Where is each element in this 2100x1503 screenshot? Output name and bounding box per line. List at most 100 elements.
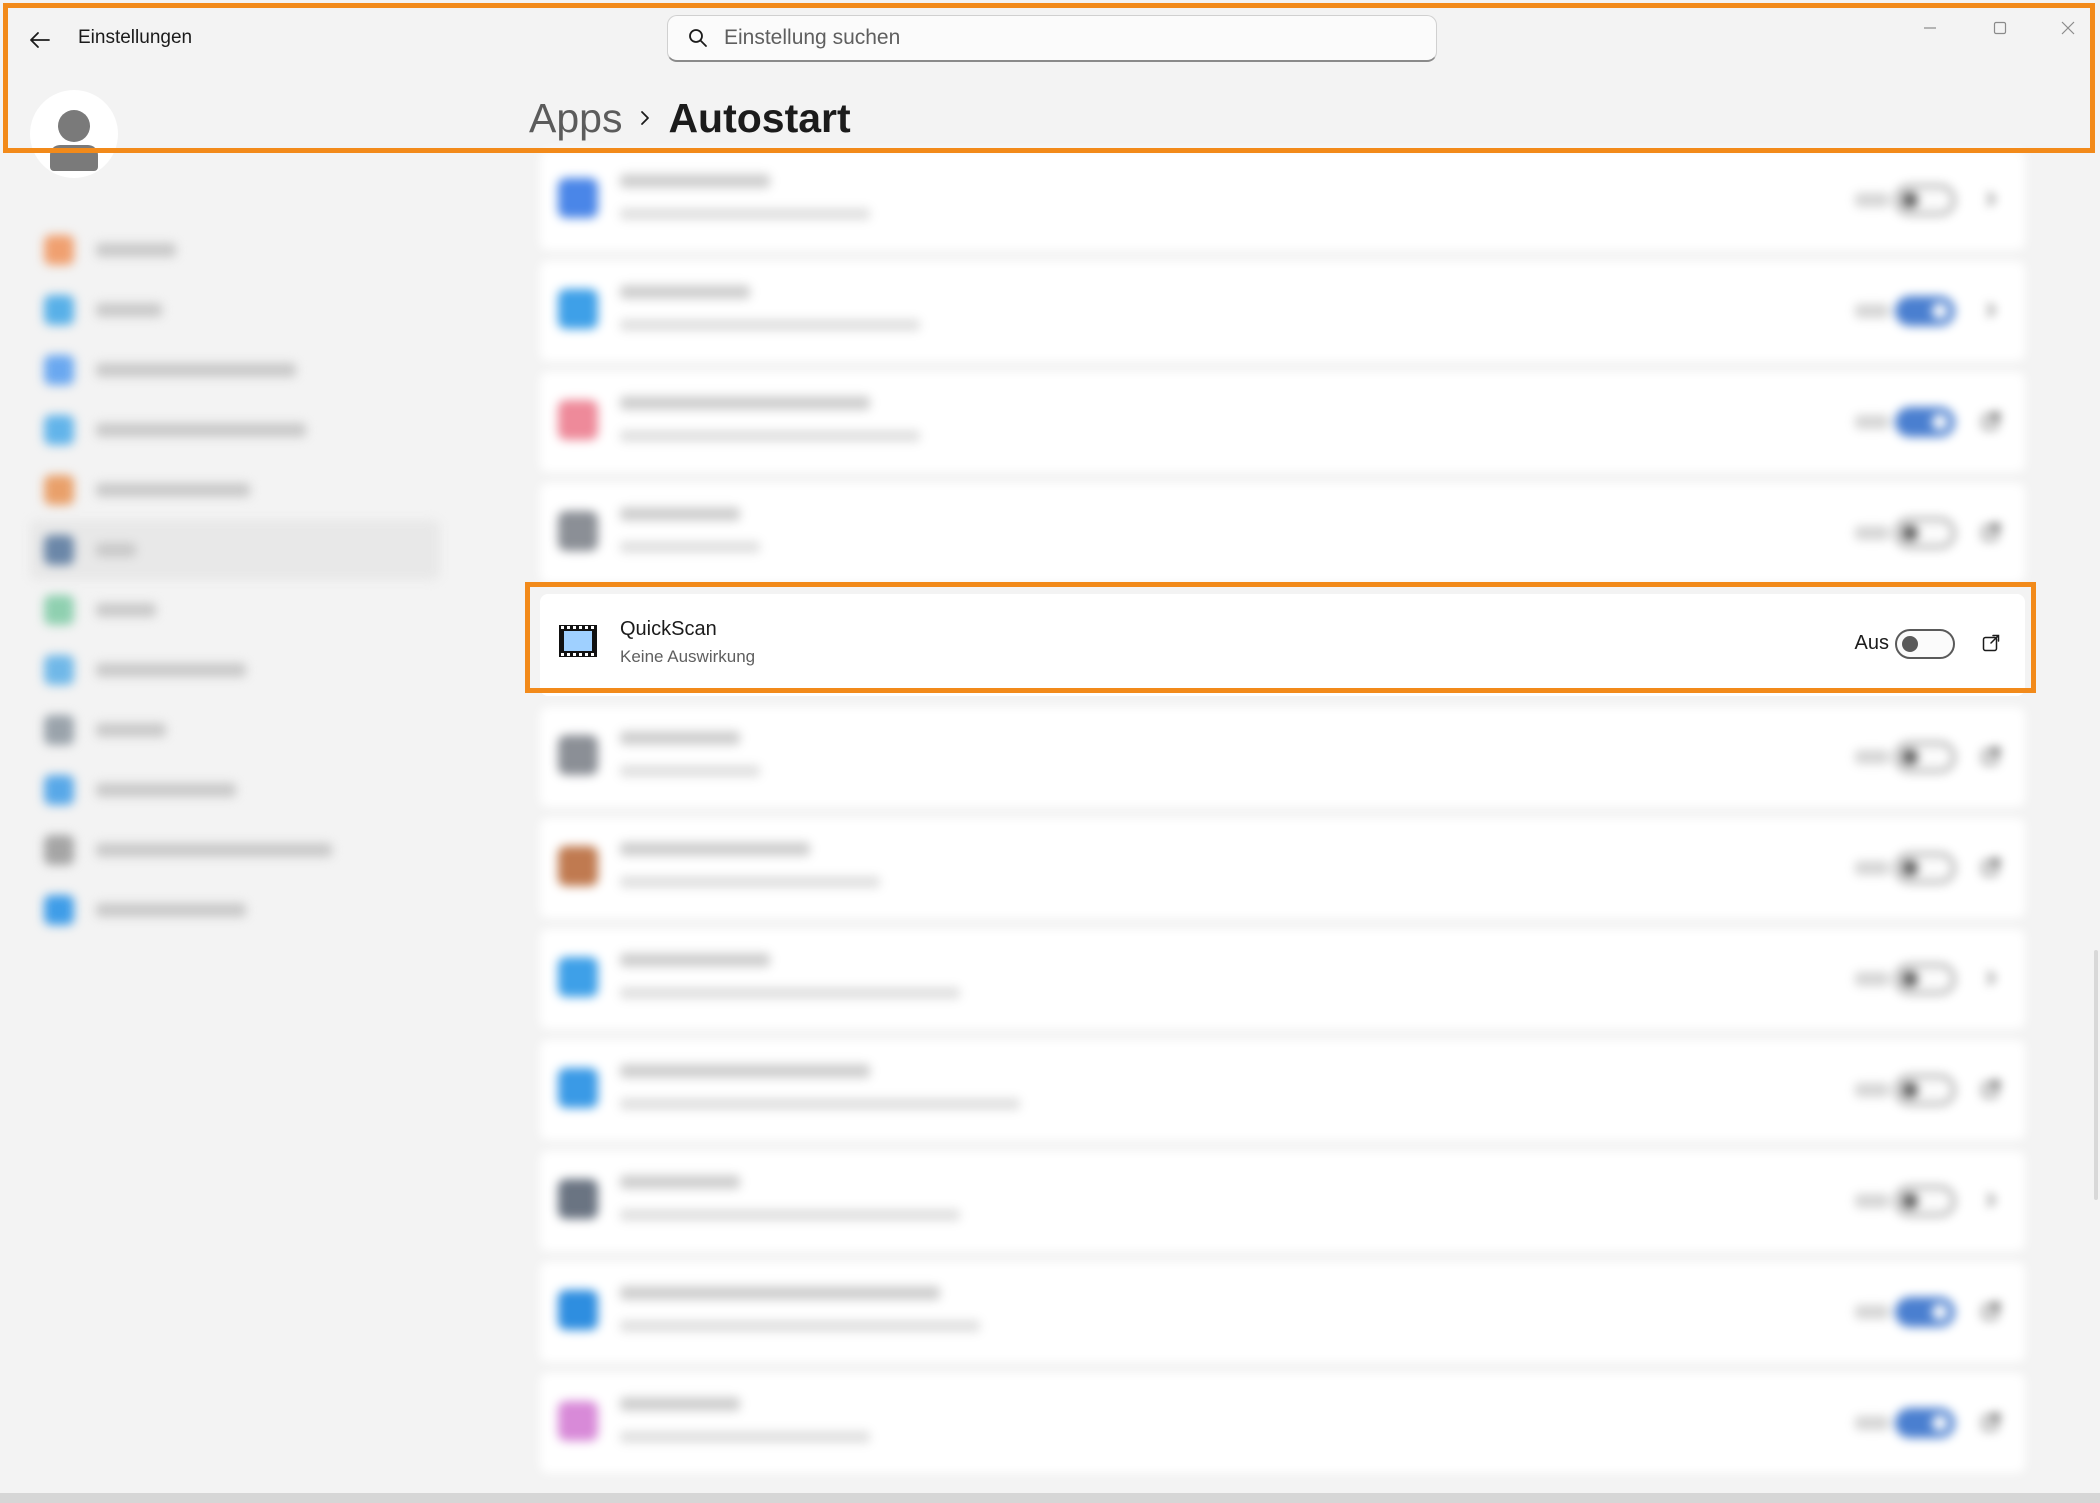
startup-toggle[interactable] <box>1895 1186 1955 1216</box>
scrollbar[interactable] <box>2094 950 2098 1200</box>
user-avatar[interactable] <box>30 90 118 178</box>
startup-toggle[interactable] <box>1895 1408 1955 1438</box>
sidebar-nav <box>30 220 450 940</box>
close-button[interactable] <box>2043 10 2093 46</box>
startup-toggle[interactable] <box>1895 964 1955 994</box>
startup-toggle[interactable] <box>1895 1297 1955 1327</box>
sidebar-item[interactable] <box>30 880 450 940</box>
film-icon <box>558 624 598 658</box>
app-name-blurred <box>620 1397 740 1411</box>
chevron-right-icon[interactable] <box>1979 187 2003 211</box>
toggle-state-label-blurred <box>1855 193 1889 207</box>
app-name-blurred <box>620 174 770 188</box>
startup-toggle[interactable] <box>1895 296 1955 326</box>
toggle-state-label: Aus <box>1854 632 1889 654</box>
app-icon <box>558 289 598 329</box>
startup-item[interactable] <box>540 150 2025 250</box>
app-name-blurred <box>620 953 770 967</box>
sidebar-item-label-blurred <box>96 303 162 317</box>
startup-toggle[interactable] <box>1895 185 1955 215</box>
toggle-knob <box>1902 860 1918 876</box>
startup-item[interactable] <box>540 929 2025 1029</box>
sidebar-item[interactable] <box>30 460 450 520</box>
user-icon-body <box>50 145 98 171</box>
app-icon <box>558 1401 598 1441</box>
startup-toggle[interactable] <box>1895 407 1955 437</box>
app-icon <box>558 400 598 440</box>
startup-impact-blurred <box>620 541 760 553</box>
startup-toggle[interactable] <box>1895 518 1955 548</box>
external-link-icon[interactable] <box>1979 409 2003 433</box>
startup-item[interactable] <box>540 1040 2025 1140</box>
chevron-right-icon <box>622 98 668 138</box>
search-input[interactable]: Einstellung suchen <box>724 26 900 50</box>
home-icon <box>44 235 74 265</box>
startup-item[interactable] <box>540 1151 2025 1251</box>
toggle-knob <box>1932 1415 1948 1431</box>
search-box[interactable]: Einstellung suchen <box>667 15 1437 62</box>
startup-impact-blurred <box>620 1431 870 1443</box>
sidebar-item[interactable] <box>30 640 450 700</box>
startup-item[interactable] <box>540 1262 2025 1362</box>
breadcrumb-apps[interactable]: Apps <box>529 95 622 142</box>
app-name-blurred <box>620 1286 940 1300</box>
toggle-knob <box>1902 971 1918 987</box>
app-icon <box>558 957 598 997</box>
minimize-button[interactable] <box>1905 10 1955 46</box>
sidebar-item[interactable] <box>30 220 450 280</box>
external-link-icon[interactable] <box>1979 744 2003 768</box>
startup-item-quickscan[interactable]: QuickScan Keine Auswirkung Aus <box>540 594 2025 696</box>
startup-toggle[interactable] <box>1895 1075 1955 1105</box>
external-link-icon[interactable] <box>1979 631 2003 655</box>
back-button[interactable] <box>22 22 58 58</box>
startup-impact-blurred <box>620 876 880 888</box>
toggle-state-label-blurred <box>1855 415 1889 429</box>
startup-toggle[interactable] <box>1895 629 1955 659</box>
sidebar-item[interactable] <box>30 280 450 340</box>
startup-item[interactable] <box>540 818 2025 918</box>
sidebar-item[interactable] <box>30 340 450 400</box>
external-link-icon[interactable] <box>1979 855 2003 879</box>
external-link-icon[interactable] <box>1979 520 2003 544</box>
startup-app-list: QuickScan Keine Auswirkung Aus <box>540 150 2025 1484</box>
bluetooth-icon <box>44 355 74 385</box>
toggle-state-label-blurred <box>1855 861 1889 875</box>
toggle-knob <box>1902 1193 1918 1209</box>
sidebar-item-label-blurred <box>96 603 156 617</box>
chevron-right-icon[interactable] <box>1979 298 2003 322</box>
toggle-state-label-blurred <box>1855 304 1889 318</box>
sidebar-item[interactable] <box>30 820 450 880</box>
startup-toggle[interactable] <box>1895 853 1955 883</box>
toggle-knob <box>1932 303 1948 319</box>
sidebar-item[interactable] <box>30 400 450 460</box>
external-link-icon[interactable] <box>1979 1410 2003 1434</box>
startup-item[interactable] <box>540 372 2025 472</box>
maximize-button[interactable] <box>1975 10 2025 46</box>
sidebar-item-label-blurred <box>96 363 296 377</box>
startup-item[interactable] <box>540 707 2025 807</box>
startup-item[interactable] <box>540 483 2025 583</box>
startup-item[interactable] <box>540 1373 2025 1473</box>
app-icon <box>558 735 598 775</box>
sidebar-item-label-blurred <box>96 663 246 677</box>
app-icon <box>558 846 598 886</box>
startup-impact-blurred <box>620 208 870 220</box>
sidebar-item[interactable] <box>30 760 450 820</box>
sidebar-item-label-blurred <box>96 723 166 737</box>
external-link-icon[interactable] <box>1979 1299 2003 1323</box>
toggle-state-label-blurred <box>1855 526 1889 540</box>
sidebar-item[interactable] <box>30 580 450 640</box>
startup-toggle[interactable] <box>1895 742 1955 772</box>
external-link-icon[interactable] <box>1979 1077 2003 1101</box>
toggle-state-label-blurred <box>1855 972 1889 986</box>
startup-impact-blurred <box>620 987 960 999</box>
app-name-blurred <box>620 285 750 299</box>
sidebar-item[interactable] <box>30 700 450 760</box>
sidebar-item-label-blurred <box>96 903 246 917</box>
window-bottom-edge <box>0 1493 2100 1503</box>
sidebar-item[interactable] <box>30 520 440 580</box>
startup-item[interactable] <box>540 261 2025 361</box>
chevron-right-icon[interactable] <box>1979 1188 2003 1212</box>
search-icon <box>686 26 710 50</box>
chevron-right-icon[interactable] <box>1979 966 2003 990</box>
